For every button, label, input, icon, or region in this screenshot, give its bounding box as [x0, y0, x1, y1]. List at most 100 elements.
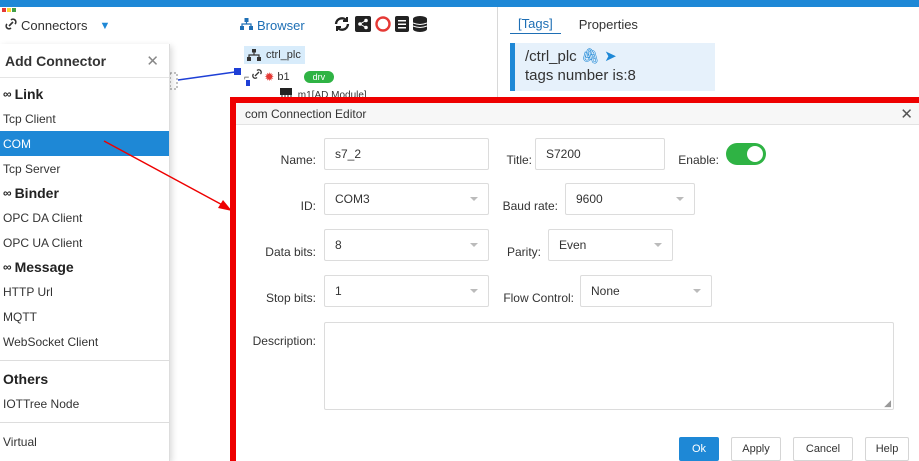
stop-bits-value: 1	[335, 284, 342, 298]
panel-tabs: [Tags] Properties	[498, 7, 919, 41]
tab-tags[interactable]: [Tags]	[510, 14, 561, 34]
list-icon[interactable]	[394, 16, 409, 35]
menu-group-binder: ∞ Binder	[0, 181, 169, 205]
tags-info-box: /ctrl_plc 🖇 ➤ tags number is:8	[510, 43, 715, 91]
dialog-title: com Connection Editor	[245, 106, 367, 121]
tree-root-label: ctrl_plc	[266, 49, 301, 61]
stop-circle-icon[interactable]	[374, 16, 391, 35]
ok-button[interactable]: Ok	[679, 437, 719, 461]
flow-control-label: Flow Control:	[503, 291, 574, 305]
data-bits-select[interactable]: 8	[324, 229, 489, 261]
tab-properties[interactable]: Properties	[579, 17, 638, 32]
path-label: /ctrl_plc	[525, 48, 577, 65]
close-icon[interactable]: ✕	[900, 105, 913, 123]
menu-item-http-url[interactable]: HTTP Url	[0, 279, 169, 304]
menu-divider	[0, 422, 169, 423]
flow-control-select[interactable]: None	[580, 275, 712, 307]
baud-rate-select[interactable]: 9600	[565, 183, 695, 215]
chevron-down-icon	[654, 243, 662, 247]
properties-panel: [Tags] Properties /ctrl_plc 🖇 ➤ tags num…	[498, 7, 919, 97]
connector-wire	[170, 68, 250, 90]
enable-toggle[interactable]	[726, 143, 766, 165]
name-value: s7_2	[335, 147, 362, 161]
toggle-knob	[747, 146, 763, 162]
tree-root-item[interactable]: ctrl_plc	[244, 46, 305, 64]
dialog-title-bar: com Connection Editor ✕	[236, 103, 919, 125]
menu-header: Add Connector ✕	[0, 44, 169, 78]
title-value: S7200	[546, 147, 581, 161]
link-icon: ∞	[3, 87, 12, 101]
menu-item-com[interactable]: COM	[0, 131, 169, 156]
menu-title: Add Connector	[5, 52, 107, 69]
add-connector-menu: Add Connector ✕ ∞ Link Tcp Client COM Tc…	[0, 44, 170, 461]
menu-item-virtual[interactable]: Virtual	[0, 429, 169, 454]
menu-group-message: ∞ Message	[0, 255, 169, 279]
parity-label: Parity:	[506, 245, 541, 259]
parity-value: Even	[559, 238, 587, 252]
menu-group-label: Link	[14, 86, 44, 102]
stop-bits-select[interactable]: 1	[324, 275, 489, 307]
link-icon: ∞	[3, 186, 12, 200]
link-icon: ∞	[3, 260, 12, 274]
browser-toolbar: Browser	[240, 7, 495, 44]
menu-item-mqtt[interactable]: MQTT	[0, 304, 169, 329]
refresh-icon[interactable]	[333, 16, 351, 35]
data-bits-label: Data bits:	[265, 245, 316, 259]
menu-item-tcp-client[interactable]: Tcp Client	[0, 106, 169, 131]
stop-bits-label: Stop bits:	[265, 291, 316, 305]
cancel-button[interactable]: Cancel	[793, 437, 853, 461]
chevron-down-icon	[470, 289, 478, 293]
link-icon	[251, 68, 263, 85]
resize-handle-icon[interactable]: ◢	[884, 398, 891, 409]
chevron-down-icon	[470, 243, 478, 247]
id-label: ID:	[300, 199, 316, 213]
paper-plane-icon[interactable]: ➤	[604, 48, 617, 65]
id-select[interactable]: COM3	[324, 183, 489, 215]
chevron-down-icon	[693, 289, 701, 293]
name-label: Name:	[280, 153, 316, 167]
flow-control-value: None	[591, 284, 620, 298]
tags-count-text: tags number is:8	[525, 67, 636, 84]
menu-item-iottree-node[interactable]: IOTTree Node	[0, 391, 169, 416]
chevron-down-icon	[470, 197, 478, 201]
id-value: COM3	[335, 192, 370, 206]
close-icon[interactable]: ✕	[146, 52, 159, 70]
menu-group-link: ∞ Link	[0, 82, 169, 106]
database-icon[interactable]	[412, 16, 427, 35]
menu-group-label: Message	[14, 259, 74, 275]
baud-rate-label: Baud rate:	[502, 199, 558, 213]
connectors-menu-button[interactable]: Connectors	[21, 18, 87, 33]
browser-tab[interactable]: Browser	[257, 18, 305, 33]
menu-item-tcp-server[interactable]: Tcp Server	[0, 156, 169, 181]
app-top-bar	[0, 0, 919, 12]
menu-group-label: Binder	[14, 185, 59, 201]
app-logo	[2, 0, 18, 12]
apply-button[interactable]: Apply	[731, 437, 781, 461]
chevron-down-icon[interactable]: ▼	[99, 20, 110, 32]
menu-group-others: Others	[3, 371, 49, 387]
driver-badge[interactable]: drv	[303, 70, 335, 83]
menu-item-opc-da-client[interactable]: OPC DA Client	[0, 205, 169, 230]
baud-rate-value: 9600	[576, 192, 603, 206]
project-tree: ctrl_plc ⌐ ✹ b1 drv m1[AD Module]	[240, 44, 495, 104]
tree-node-b1[interactable]: ⌐ ✹ b1 drv	[244, 68, 335, 85]
gear-icon: ✹	[264, 69, 275, 84]
menu-divider	[0, 360, 169, 361]
menu-item-websocket-client[interactable]: WebSocket Client	[0, 329, 169, 354]
chevron-down-icon	[676, 197, 684, 201]
parity-select[interactable]: Even	[548, 229, 673, 261]
connectors-icon	[4, 17, 18, 34]
share-icon[interactable]	[354, 16, 371, 35]
tree-node-label: b1	[277, 70, 290, 83]
com-connection-editor-dialog: com Connection Editor ✕ Name: s7_2 Title…	[230, 97, 919, 461]
help-button[interactable]: Help	[865, 437, 909, 461]
description-textarea[interactable]: ◢	[324, 322, 894, 410]
title-input[interactable]: S7200	[535, 138, 665, 170]
data-bits-value: 8	[335, 238, 342, 252]
enable-label: Enable:	[678, 153, 719, 167]
connectors-toolbar: Connectors ▼	[0, 7, 225, 44]
description-label: Description:	[252, 334, 316, 348]
menu-item-opc-ua-client[interactable]: OPC UA Client	[0, 230, 169, 255]
paperclip-icon[interactable]: 🖇	[581, 48, 600, 65]
name-input[interactable]: s7_2	[324, 138, 489, 170]
